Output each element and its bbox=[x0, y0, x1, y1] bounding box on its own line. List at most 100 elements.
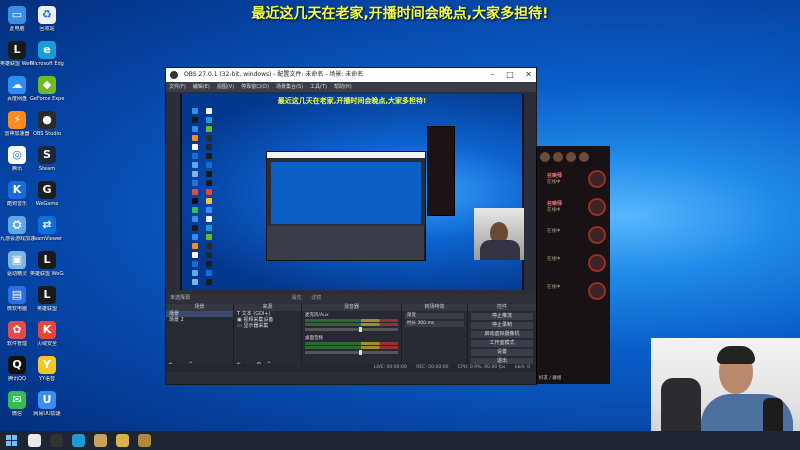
desktop-icon[interactable]: ♻ 回收站 bbox=[30, 6, 64, 32]
friend-entry[interactable]: 召唤师 在线中 bbox=[537, 194, 610, 222]
control-button[interactable]: 设置 bbox=[471, 349, 533, 356]
minimize-icon[interactable]: – bbox=[491, 70, 495, 79]
windows-start-icon[interactable] bbox=[6, 435, 17, 446]
desktop-icon[interactable]: L 英雄联盟 bbox=[30, 286, 64, 312]
desktop-icon[interactable]: ◎ 腾讯 bbox=[0, 146, 34, 172]
control-button[interactable]: 启动虚拟摄像机 bbox=[471, 331, 533, 338]
desktop-icon[interactable]: S Steam bbox=[30, 146, 64, 172]
volume-slider[interactable] bbox=[305, 327, 398, 332]
preview-icon bbox=[192, 180, 198, 186]
menu-item[interactable]: 场景集合(S) bbox=[276, 84, 303, 90]
maximize-icon[interactable]: □ bbox=[506, 70, 514, 79]
friend-entry[interactable]: 在线中 bbox=[537, 278, 610, 306]
desktop-icon[interactable]: ✉ 微信 bbox=[0, 391, 34, 417]
menu-item[interactable]: 文件(F) bbox=[169, 84, 186, 90]
obs-dock-area: 未选择源 属性 滤镜 场景 场景 场景 2 +−⌃⌄ 来源 T 文本 (GDI+… bbox=[166, 294, 536, 372]
desktop-app-icon: ● bbox=[38, 111, 56, 129]
desktop-icon[interactable]: ▣ 驱动精灵 bbox=[0, 251, 34, 277]
desktop-icon[interactable]: L 英雄联盟 WeGame版 bbox=[30, 251, 64, 277]
taskbar-wegame-icon[interactable] bbox=[116, 434, 129, 447]
preview-icon bbox=[192, 270, 198, 276]
menu-item[interactable]: 工具(T) bbox=[310, 84, 327, 90]
desktop-app-icon: Q bbox=[8, 356, 26, 374]
desktop-icon[interactable]: L 英雄联盟 WeGame版 bbox=[0, 41, 34, 67]
game-friends-panel: 召唤师 在线中 召唤师 在线中 在线中 在线中 在线中 好友 / 群组 bbox=[536, 146, 610, 384]
menu-item[interactable]: 视图(V) bbox=[217, 84, 234, 90]
control-button[interactable]: 停止录制 bbox=[471, 322, 533, 329]
preview-icon bbox=[206, 279, 212, 285]
preview-desktop-icons bbox=[192, 108, 232, 288]
desktop-icon[interactable]: e Microsoft Edge bbox=[30, 41, 64, 67]
desktop-icon-label: 驱动精灵 bbox=[6, 271, 27, 277]
preview-icon bbox=[192, 126, 198, 132]
preview-icon bbox=[206, 234, 212, 240]
preview-icon bbox=[206, 108, 212, 114]
desktop-icon[interactable]: ▭ 此电脑 bbox=[0, 6, 34, 32]
control-button[interactable]: 工作室模式 bbox=[471, 340, 533, 347]
menu-item[interactable]: 帮助(H) bbox=[334, 84, 352, 90]
channel-name: 桌面音频 bbox=[305, 336, 323, 341]
desktop-icon[interactable]: K 火绒安全 bbox=[30, 321, 64, 347]
desktop-app-icon: ▣ bbox=[8, 251, 26, 269]
taskbar-lol-icon[interactable] bbox=[94, 434, 107, 447]
taskbar-edge-icon[interactable] bbox=[72, 434, 85, 447]
volume-meter bbox=[305, 319, 398, 322]
scenes-title: 场景 bbox=[166, 304, 233, 311]
obs-statusbar: LIVE: 00:00:00 REC: 00:00:00 CPU: 0.9%, … bbox=[166, 364, 536, 372]
desktop-app-icon: ◎ bbox=[8, 146, 26, 164]
preview-icon bbox=[192, 243, 198, 249]
desktop-icon[interactable]: ● OBS Studio bbox=[30, 111, 64, 137]
desktop-icon[interactable]: ✿ 软件管理 bbox=[0, 321, 34, 347]
desktop-icon[interactable]: ▤ 微软电脑 bbox=[0, 286, 34, 312]
control-button[interactable]: 停止推流 bbox=[471, 313, 533, 320]
friend-entry[interactable]: 在线中 bbox=[537, 222, 610, 250]
preview-icon bbox=[206, 171, 212, 177]
preview-icon bbox=[192, 153, 198, 159]
taskbar bbox=[0, 431, 800, 450]
taskbar-obs-icon[interactable] bbox=[50, 434, 63, 447]
desktop-icon[interactable]: ☁ 百度网盘 bbox=[0, 76, 34, 102]
sources-title: 来源 bbox=[234, 304, 301, 311]
source-item[interactable]: ▭ 显示器采集 bbox=[234, 323, 301, 329]
filters-button[interactable]: 滤镜 bbox=[311, 295, 321, 301]
desktop-icon[interactable]: ⚡ 雷神加速器 bbox=[0, 111, 34, 137]
menu-item[interactable]: 停靠窗口(D) bbox=[241, 84, 269, 90]
context-bar: 未选择源 属性 滤镜 bbox=[166, 294, 536, 303]
desktop-icons: ▭ 此电脑 ♻ 回收站 L 英雄联盟 WeGame版 e Microsoft Edge ☁ 百度网… bbox=[0, 0, 70, 420]
preview-icon bbox=[206, 270, 212, 276]
transition-type-select[interactable]: 渐变 bbox=[405, 313, 464, 319]
desktop-icon[interactable]: K 酷狗音乐 bbox=[0, 181, 34, 207]
preview-icon bbox=[192, 234, 198, 240]
context-label: 未选择源 bbox=[170, 295, 191, 301]
controls-dock: 控件 停止推流 停止录制 启动虚拟摄像机 工作室模式 设置 退出 bbox=[468, 304, 536, 370]
desktop-icon[interactable]: U 网易UU加速 bbox=[30, 391, 64, 417]
desktop-icon[interactable]: Y YY语音 bbox=[30, 356, 64, 382]
preview-icon bbox=[206, 207, 212, 213]
game-bottom-text: 好友 / 群组 bbox=[539, 376, 562, 381]
channel-name: 麦克风/Aux bbox=[305, 313, 329, 318]
taskbar-search-icon[interactable] bbox=[28, 434, 41, 447]
preview-icon bbox=[206, 252, 212, 258]
desktop-icon[interactable]: Q 腾讯QQ bbox=[0, 356, 34, 382]
preview-icon bbox=[206, 135, 212, 141]
desktop-icon[interactable]: G WeGame bbox=[30, 181, 64, 207]
friend-entry[interactable]: 召唤师 在线中 bbox=[537, 166, 610, 194]
transition-duration-field[interactable]: 时长 300 ms bbox=[405, 321, 464, 327]
mixer-channel: 桌面音频 bbox=[305, 335, 398, 355]
scene-item[interactable]: 场景 2 bbox=[166, 317, 233, 323]
friend-entry[interactable]: 在线中 bbox=[537, 250, 610, 278]
desktop-icon[interactable]: ◆ GeForce Experience bbox=[30, 76, 64, 102]
menu-item[interactable]: 编辑(E) bbox=[193, 84, 210, 90]
obs-preview[interactable]: 最近这几天在老家,开播时间会晚点,大家多担待! bbox=[180, 94, 524, 290]
taskbar-lol2-icon[interactable] bbox=[138, 434, 151, 447]
desktop-icon[interactable]: ⛭ 九游会游戏加速 bbox=[0, 216, 34, 242]
volume-slider[interactable] bbox=[305, 350, 398, 355]
desktop-icon-label: 英雄联盟 bbox=[36, 306, 57, 312]
obs-title: OBS 27.0.1 (32-bit, windows) - 配置文件: 未命名… bbox=[184, 71, 364, 78]
close-icon[interactable]: ✕ bbox=[525, 70, 532, 79]
properties-button[interactable]: 属性 bbox=[292, 295, 302, 301]
obs-titlebar[interactable]: OBS 27.0.1 (32-bit, windows) - 配置文件: 未命名… bbox=[166, 68, 536, 82]
desktop-icon-label: 腾讯 bbox=[11, 166, 22, 172]
preview-icon bbox=[206, 216, 212, 222]
desktop-icon[interactable]: ⇄ TeamViewer bbox=[30, 216, 64, 242]
